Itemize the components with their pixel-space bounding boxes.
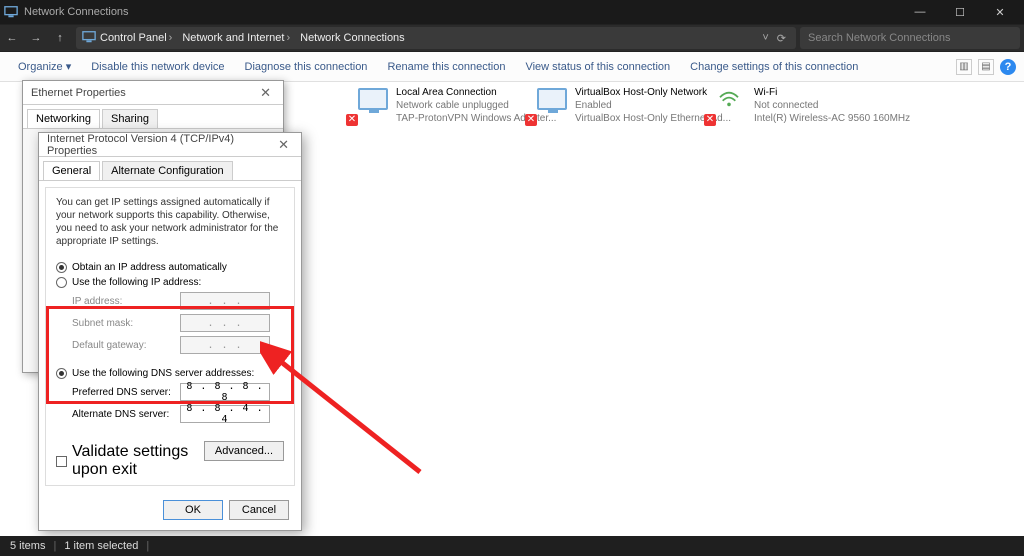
adapter-item[interactable]: ✕ VirtualBox Host-Only Network Enabled V… <box>535 86 700 125</box>
breadcrumb-item[interactable]: Network and Internet <box>178 32 296 44</box>
status-bar: 5 items | 1 item selected | <box>0 536 1024 556</box>
radio-use-dns[interactable]: Use the following DNS server addresses: <box>56 366 284 381</box>
error-x-icon: ✕ <box>346 114 358 126</box>
gateway-label: Default gateway: <box>72 340 172 351</box>
status-item-count: 5 items <box>10 540 45 552</box>
refresh-icon[interactable]: ⟳ <box>773 32 790 45</box>
ipv4-properties-dialog: Internet Protocol Version 4 (TCP/IPv4) P… <box>38 132 302 531</box>
radio-icon <box>56 368 67 379</box>
status-selected-count: 1 item selected <box>64 540 138 552</box>
ethernet-icon: ✕ <box>535 86 569 120</box>
dialog-title: Internet Protocol Version 4 (TCP/IPv4) P… <box>47 133 274 157</box>
ip-address-label: IP address: <box>72 296 172 307</box>
rename-button[interactable]: Rename this connection <box>377 52 515 81</box>
alternate-dns-label: Alternate DNS server: <box>72 409 172 420</box>
disable-device-button[interactable]: Disable this network device <box>81 52 234 81</box>
dropdown-icon[interactable]: ˅ <box>758 32 772 44</box>
subnet-mask-label: Subnet mask: <box>72 318 172 329</box>
tab-alternate[interactable]: Alternate Configuration <box>102 161 233 180</box>
radio-icon <box>56 262 67 273</box>
radio-icon <box>56 277 67 288</box>
up-button[interactable]: ↑ <box>48 26 72 50</box>
preview-pane-icon[interactable]: ▤ <box>978 59 994 75</box>
view-status-button[interactable]: View status of this connection <box>515 52 680 81</box>
app-icon <box>4 5 18 19</box>
address-bar: ← → ↑ Control Panel Network and Internet… <box>0 24 1024 52</box>
checkbox-icon <box>56 456 67 467</box>
error-x-icon: ✕ <box>704 114 716 126</box>
ethernet-icon: ✕ <box>356 86 390 120</box>
window-title: Network Connections <box>24 6 129 18</box>
organize-menu[interactable]: Organize ▾ <box>8 52 81 81</box>
close-button[interactable]: ✕ <box>980 6 1020 19</box>
back-button[interactable]: ← <box>0 26 24 50</box>
forward-button[interactable]: → <box>24 26 48 50</box>
radio-obtain-ip-auto[interactable]: Obtain an IP address automatically <box>56 260 284 275</box>
search-input[interactable]: Search Network Connections <box>800 27 1020 49</box>
preferred-dns-label: Preferred DNS server: <box>72 387 172 398</box>
alternate-dns-input[interactable]: 8 . 8 . 4 . 4 <box>180 405 270 423</box>
tab-strip: Networking Sharing <box>23 105 283 129</box>
advanced-button[interactable]: Advanced... <box>204 441 284 461</box>
radio-use-ip[interactable]: Use the following IP address: <box>56 275 284 290</box>
tab-networking[interactable]: Networking <box>27 109 100 128</box>
ip-address-input: . . . <box>180 292 270 310</box>
view-options-icon[interactable]: ▥ <box>956 59 972 75</box>
close-icon[interactable]: ✕ <box>256 85 275 101</box>
adapter-item[interactable]: ✕ Local Area Connection Network cable un… <box>356 86 521 125</box>
command-toolbar: Organize ▾ Disable this network device D… <box>0 52 1024 82</box>
dialog-title: Ethernet Properties <box>31 87 126 99</box>
dialog-titlebar: Internet Protocol Version 4 (TCP/IPv4) P… <box>39 133 301 157</box>
close-icon[interactable]: ✕ <box>274 137 293 153</box>
help-icon[interactable]: ? <box>1000 59 1016 75</box>
change-settings-button[interactable]: Change settings of this connection <box>680 52 868 81</box>
tab-general[interactable]: General <box>43 161 100 180</box>
content-area: ✕ Local Area Connection Network cable un… <box>0 82 1024 536</box>
breadcrumb-item[interactable]: Network Connections <box>296 32 409 44</box>
tab-strip: General Alternate Configuration <box>39 157 301 181</box>
window-titlebar: Network Connections — ☐ ✕ <box>0 0 1024 24</box>
validate-settings-checkbox[interactable]: Validate settings upon exit <box>56 441 204 481</box>
gateway-input: . . . <box>180 336 270 354</box>
dialog-titlebar: Ethernet Properties ✕ <box>23 81 283 105</box>
minimize-button[interactable]: — <box>900 6 940 18</box>
description-text: You can get IP settings assigned automat… <box>46 188 294 256</box>
breadcrumb[interactable]: Control Panel Network and Internet Netwo… <box>76 27 796 49</box>
ok-button[interactable]: OK <box>163 500 223 520</box>
breadcrumb-item[interactable]: Control Panel <box>96 32 178 44</box>
subnet-mask-input: . . . <box>180 314 270 332</box>
wifi-icon: ✕ <box>714 86 748 120</box>
cancel-button[interactable]: Cancel <box>229 500 289 520</box>
tab-sharing[interactable]: Sharing <box>102 109 158 128</box>
monitor-icon <box>82 30 96 47</box>
error-x-icon: ✕ <box>525 114 537 126</box>
maximize-button[interactable]: ☐ <box>940 6 980 19</box>
preferred-dns-input[interactable]: 8 . 8 . 8 . 8 <box>180 383 270 401</box>
adapter-list: ✕ Local Area Connection Network cable un… <box>356 86 1016 125</box>
adapter-item[interactable]: ✕ Wi-Fi Not connected Intel(R) Wireless-… <box>714 86 879 125</box>
diagnose-button[interactable]: Diagnose this connection <box>235 52 378 81</box>
